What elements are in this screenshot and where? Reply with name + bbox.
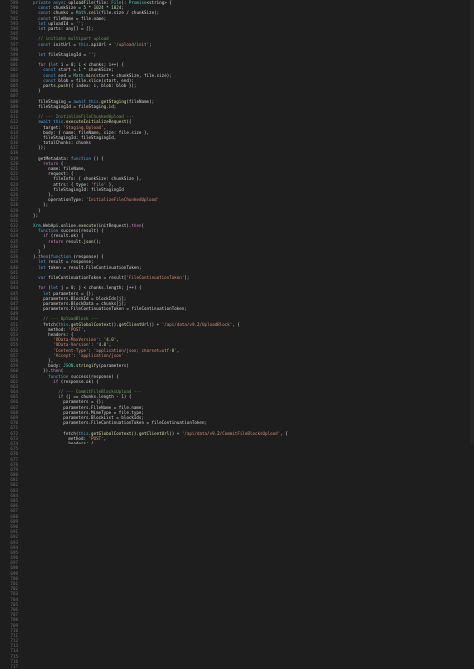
code-editor[interactable]: 589 590 591 592 593 594 595 596 597 598 599 600 601 6… <box>0 0 474 669</box>
vertical-scrollbar[interactable] <box>470 0 474 444</box>
fold-gutter[interactable] <box>21 0 27 444</box>
line-number-gutter: 589 590 591 592 593 594 595 596 597 598 599 600 601 6… <box>0 0 20 669</box>
code-area[interactable]: private async uploadFile(file: File): Pr… <box>28 0 474 444</box>
line-number: 717 <box>10 664 18 669</box>
